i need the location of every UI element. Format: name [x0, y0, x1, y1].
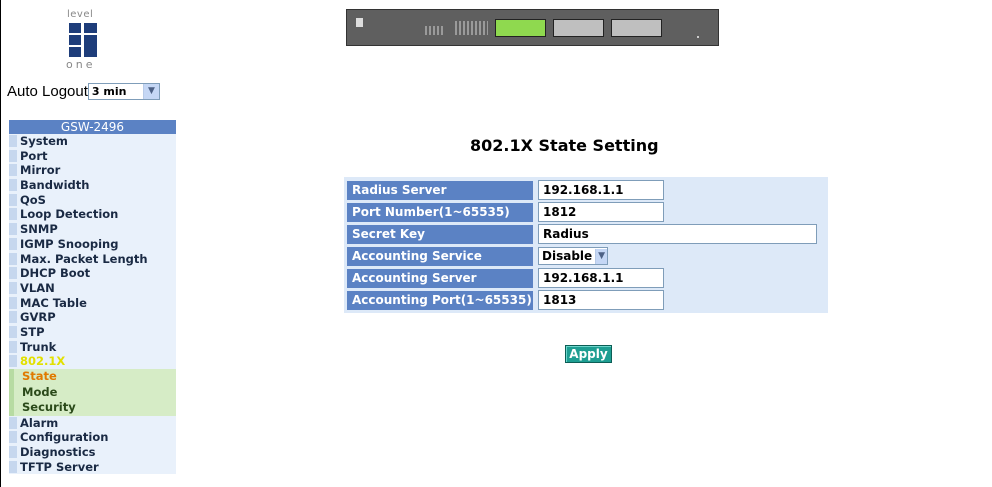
panel-dot-icon: [697, 36, 699, 38]
auto-logout-select[interactable]: 3 min ▼: [87, 82, 160, 100]
menu-item-loop-detection[interactable]: Loop Detection: [9, 207, 176, 223]
panel-vent-icon: [425, 26, 445, 35]
menu-item-mac-table[interactable]: MAC Table: [9, 295, 176, 311]
accounting-port-label: Accounting Port(1~65535): [347, 290, 533, 310]
apply-button[interactable]: Apply: [565, 345, 612, 363]
menu-item-tftp-server[interactable]: TFTP Server: [9, 459, 176, 475]
panel-led-icon: [455, 21, 488, 35]
menu-header: GSW-2496: [9, 120, 176, 134]
submenu-item-state[interactable]: State: [9, 369, 176, 385]
page-title: 802.1X State Setting: [470, 136, 659, 155]
menu-item-8021x[interactable]: 802.1X: [9, 354, 176, 369]
menu-item-vlan[interactable]: VLAN: [9, 280, 176, 296]
port-group-1-icon: [495, 19, 546, 37]
menu-item-bandwidth[interactable]: Bandwidth: [9, 178, 176, 193]
secret-key-input[interactable]: Radius: [538, 224, 817, 244]
menu-item-gvrp[interactable]: GVRP: [9, 310, 176, 325]
accounting-service-select[interactable]: Disable ▼: [538, 247, 608, 265]
auto-logout-label: Auto Logout: [7, 82, 88, 100]
menu-item-mirror[interactable]: Mirror: [9, 163, 176, 179]
switch-panel-image: [346, 9, 719, 46]
port-number-label: Port Number(1~65535): [347, 202, 533, 222]
accounting-server-input[interactable]: 192.168.1.1: [538, 268, 664, 288]
menu-item-trunk[interactable]: Trunk: [9, 339, 176, 355]
sidebar-menu: GSW-2496 System Port Mirror Bandwidth Qo…: [9, 120, 176, 475]
radius-server-label: Radius Server: [347, 180, 533, 200]
chevron-down-icon[interactable]: ▼: [595, 248, 607, 264]
row-accounting-service: Accounting Service Disable ▼: [344, 245, 828, 267]
row-radius-server: Radius Server 192.168.1.1: [344, 179, 828, 201]
radius-server-input[interactable]: 192.168.1.1: [538, 180, 664, 200]
port-group-2-icon: [553, 19, 604, 37]
chevron-down-icon[interactable]: ▼: [142, 83, 159, 99]
menu-item-alarm[interactable]: Alarm: [9, 415, 176, 431]
row-secret-key: Secret Key Radius: [344, 223, 828, 245]
menu-item-configuration[interactable]: Configuration: [9, 430, 176, 445]
menu-item-qos[interactable]: QoS: [9, 192, 176, 208]
accounting-service-value: Disable: [542, 248, 593, 263]
menu-item-system[interactable]: System: [9, 134, 176, 149]
menu-item-igmp-snooping[interactable]: IGMP Snooping: [9, 236, 176, 252]
accounting-service-label: Accounting Service: [347, 246, 533, 266]
menu-item-stp[interactable]: STP: [9, 324, 176, 340]
logo-bottom-text: one: [66, 58, 96, 71]
levelone-logo: level one: [66, 10, 99, 72]
menu-item-port[interactable]: Port: [9, 148, 176, 164]
submenu-item-mode[interactable]: Mode: [9, 384, 176, 400]
menu-item-diagnostics[interactable]: Diagnostics: [9, 444, 176, 460]
row-accounting-port: Accounting Port(1~65535) 1813: [344, 289, 828, 311]
brand-icon: [356, 18, 363, 27]
logo-blocks-icon: [69, 23, 97, 57]
menu-item-max-packet-length[interactable]: Max. Packet Length: [9, 251, 176, 267]
port-number-input[interactable]: 1812: [538, 202, 664, 222]
auto-logout-value: 3 min: [91, 84, 127, 98]
settings-form: Radius Server 192.168.1.1 Port Number(1~…: [344, 177, 828, 313]
secret-key-label: Secret Key: [347, 224, 533, 244]
accounting-server-label: Accounting Server: [347, 268, 533, 288]
auto-logout: Auto Logout 3 min ▼: [7, 81, 160, 101]
menu-item-snmp[interactable]: SNMP: [9, 222, 176, 237]
row-accounting-server: Accounting Server 192.168.1.1: [344, 267, 828, 289]
row-port-number: Port Number(1~65535) 1812: [344, 201, 828, 223]
accounting-port-input[interactable]: 1813: [538, 290, 664, 310]
left-navigation-frame: level one Auto Logout 3 min ▼ GSW-2496 S…: [0, 0, 180, 487]
port-group-3-icon: [611, 19, 662, 37]
logo-top-text: level: [67, 9, 94, 20]
submenu-item-security[interactable]: Security: [9, 400, 176, 416]
menu-item-dhcp-boot[interactable]: DHCP Boot: [9, 266, 176, 281]
